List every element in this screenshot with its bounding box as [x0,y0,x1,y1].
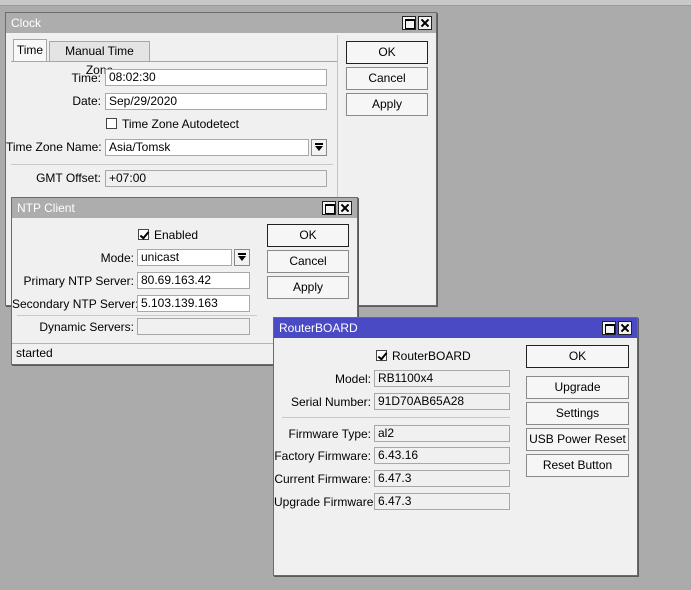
dynamic-servers-label: Dynamic Servers: [39,320,134,334]
upgrade-firmware-field: 6.47.3 [374,493,510,510]
ntp-enabled-checkbox[interactable] [138,229,149,240]
upgrade-button[interactable]: Upgrade [526,376,629,399]
gmt-offset-field: +07:00 [105,170,327,187]
desktop-top-bar [0,0,691,6]
upgrade-firmware-label: Upgrade Firmware: [274,495,377,509]
firmware-type-field: al2 [374,425,510,442]
date-label: Date: [72,94,101,108]
ntp-ok-button[interactable]: OK [267,224,349,247]
date-field[interactable]: Sep/29/2020 [105,93,327,110]
gmt-offset-label: GMT Offset: [36,171,101,185]
time-zone-autodetect-checkbox[interactable] [106,118,117,129]
clock-apply-button[interactable]: Apply [346,93,428,116]
dynamic-servers-field [137,318,250,335]
ntp-enabled-label: Enabled [154,228,199,242]
factory-firmware-field: 6.43.16 [374,447,510,464]
current-firmware-field: 6.47.3 [374,470,510,487]
secondary-ntp-server-field[interactable]: 5.103.139.163 [137,295,250,312]
close-icon[interactable] [338,201,352,215]
routerboard-separator [282,417,510,418]
mode-dropdown-icon[interactable] [234,249,250,266]
routerboard-title: RouterBOARD [279,321,358,335]
usb-power-reset-button[interactable]: USB Power Reset [526,428,629,451]
routerboard-ok-button[interactable]: OK [526,345,629,368]
ntp-separator [17,315,257,316]
time-field[interactable]: 08:02:30 [105,69,327,86]
mode-label: Mode: [100,251,134,265]
clock-separator [11,164,333,165]
maximize-icon[interactable] [322,201,336,215]
primary-ntp-server-label: Primary NTP Server: [23,274,134,288]
routerboard-window: RouterBOARD RouterBOARD Model: RB1100x4 … [273,317,638,576]
time-zone-name-label: Time Zone Name: [6,140,102,154]
close-icon[interactable] [418,16,432,30]
serial-number-field: 91D70AB65A28 [374,393,510,410]
tab-time-label: Time [16,43,44,57]
time-label: Time: [71,71,101,85]
ntp-titlebar[interactable]: NTP Client [12,198,357,218]
current-firmware-label: Current Firmware: [274,472,371,486]
ntp-cancel-button[interactable]: Cancel [267,250,349,273]
time-zone-dropdown-icon[interactable] [311,139,327,156]
clock-ok-button[interactable]: OK [346,41,428,64]
primary-ntp-server-field[interactable]: 80.69.163.42 [137,272,250,289]
clock-titlebar[interactable]: Clock [6,13,436,33]
factory-firmware-label: Factory Firmware: [274,449,371,463]
firmware-type-label: Firmware Type: [288,427,371,441]
routerboard-checkbox[interactable] [376,350,387,361]
tab-panel-border [11,61,337,62]
time-zone-name-field[interactable]: Asia/Tomsk [105,139,309,156]
clock-cancel-button[interactable]: Cancel [346,67,428,90]
clock-title: Clock [11,16,42,30]
secondary-ntp-server-label: Secondary NTP Server: [12,297,139,311]
serial-number-label: Serial Number: [290,395,371,409]
ntp-status-text: started [16,346,53,360]
reset-button-button[interactable]: Reset Button [526,454,629,477]
routerboard-checkbox-label: RouterBOARD [392,349,471,363]
maximize-icon[interactable] [602,321,616,335]
settings-button[interactable]: Settings [526,402,629,425]
ntp-apply-button[interactable]: Apply [267,276,349,299]
ntp-title: NTP Client [17,201,75,215]
routerboard-titlebar[interactable]: RouterBOARD [274,318,637,338]
time-zone-autodetect-label: Time Zone Autodetect [122,117,239,131]
maximize-icon[interactable] [402,16,416,30]
model-label: Model: [334,372,371,386]
close-icon[interactable] [618,321,632,335]
model-field: RB1100x4 [374,370,510,387]
tab-time[interactable]: Time [13,39,47,61]
mode-field[interactable]: unicast [137,249,232,266]
tab-manual-time-zone[interactable]: Manual Time Zone [49,41,150,77]
